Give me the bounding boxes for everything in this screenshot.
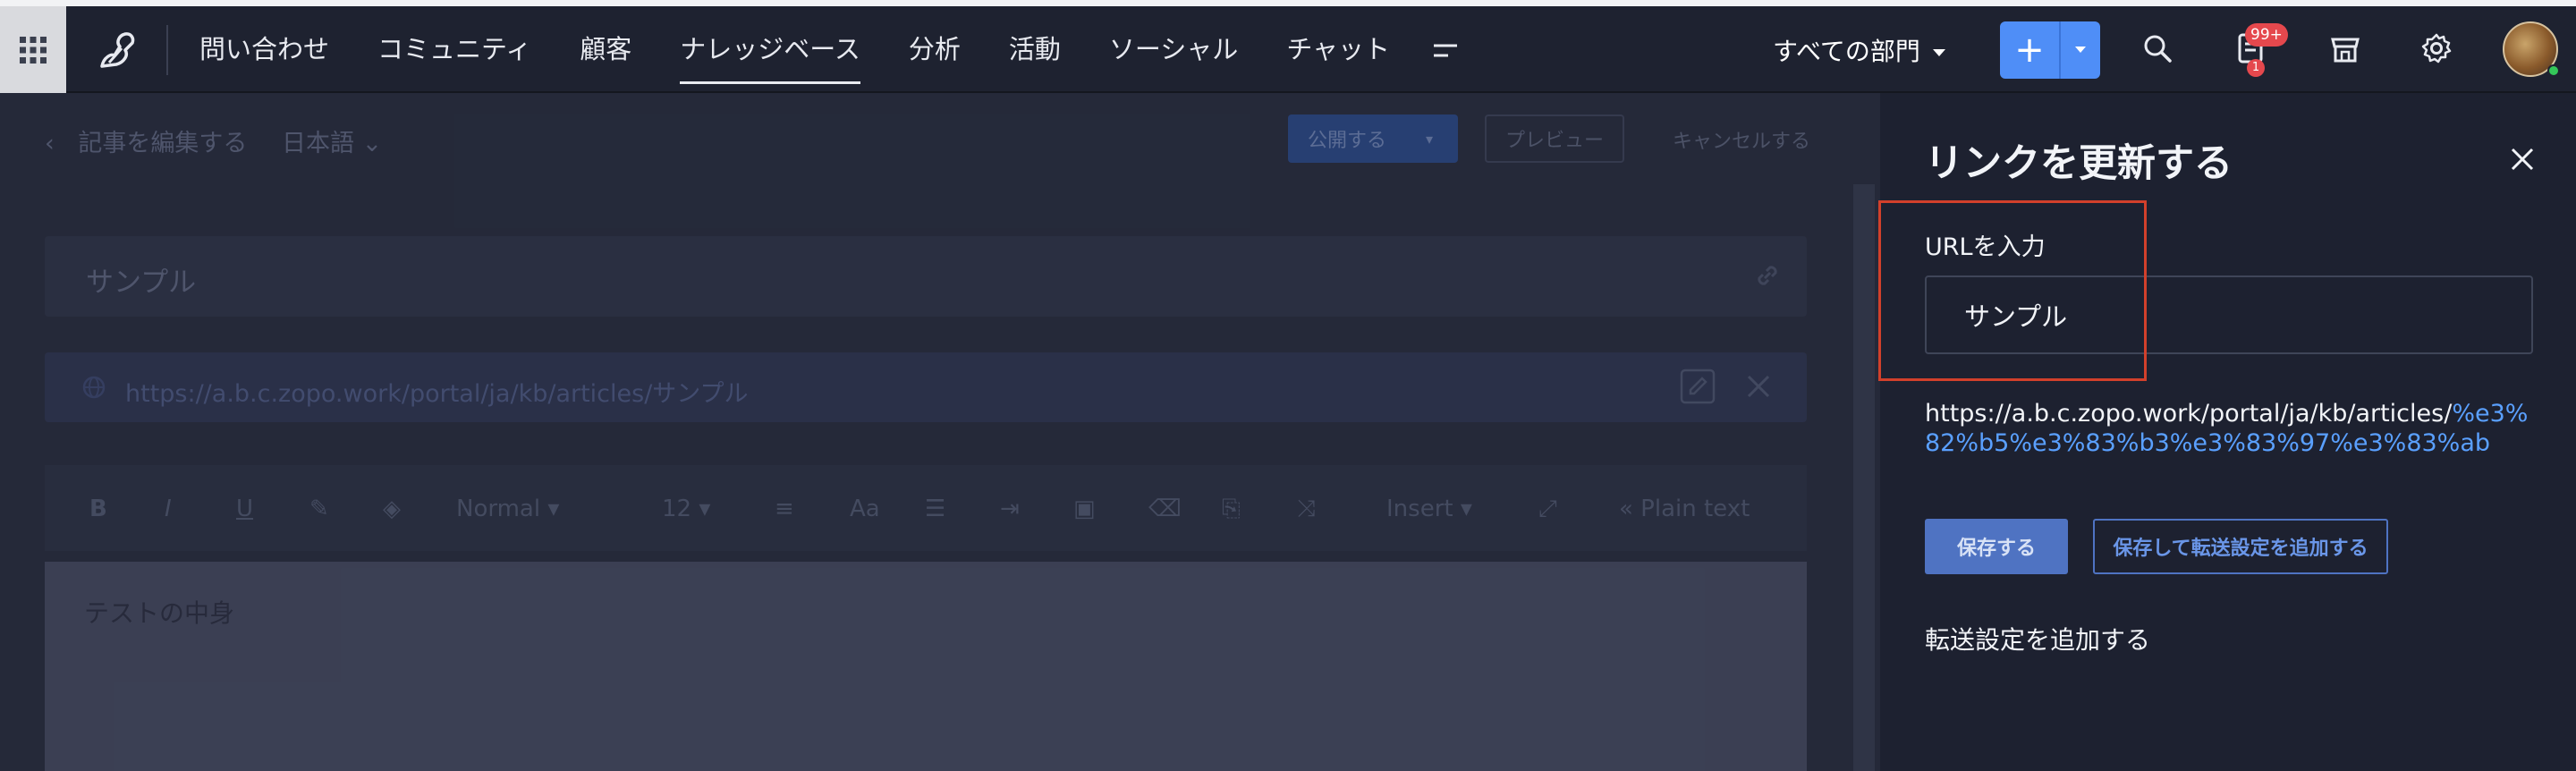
bold-icon[interactable]: B — [89, 496, 107, 522]
format-label: Normal — [456, 496, 541, 522]
insert-label: Insert — [1386, 496, 1453, 522]
article-title-field[interactable]: サンプル — [45, 236, 1807, 317]
editor-header: ‹ 記事を編集する 日本語 ⌄ — [45, 123, 382, 158]
logo-icon[interactable] — [89, 23, 143, 77]
tab-knowledge-base[interactable]: ナレッジベース — [656, 6, 885, 93]
indent-icon[interactable]: ⇥ — [1000, 496, 1020, 522]
url-input[interactable] — [1925, 275, 2533, 354]
underline-icon[interactable]: U — [236, 496, 253, 522]
fill-color-icon[interactable]: ◈ — [383, 496, 401, 522]
bullet-list-icon[interactable]: ☰ — [925, 496, 945, 522]
tab-community[interactable]: コミュニティ — [353, 6, 555, 93]
editor-toolbar: B I U ✎ ◈ Normal ▾ 12 ▾ ≡ Aa ☰ ⇥ ▣ ⌫ ⎘ ⤨… — [45, 465, 1807, 551]
tab-activities[interactable]: 活動 — [985, 6, 1085, 93]
article-url-text: https://a.b.c.zopo.work/portal/ja/kb/art… — [125, 380, 749, 408]
link-icon[interactable] — [1751, 259, 1784, 295]
search-icon[interactable] — [2136, 27, 2179, 70]
highlighter-icon[interactable]: ✎ — [309, 496, 329, 522]
attachment-icon[interactable]: ⎘ — [1222, 496, 1241, 523]
shuffle-icon[interactable]: ⤨ — [1297, 496, 1316, 523]
publish-button[interactable]: 公開する ▾ — [1288, 114, 1458, 163]
url-field-label: URLを入力 — [1925, 233, 2046, 261]
plus-icon[interactable]: + — [2000, 21, 2059, 79]
article-body-editor[interactable]: テストの中身 — [45, 562, 1807, 771]
gear-icon[interactable] — [2415, 27, 2458, 70]
full-url-preview: https://a.b.c.zopo.work/portal/ja/kb/art… — [1925, 399, 2533, 458]
add-redirect-link[interactable]: 転送設定を追加する — [1925, 621, 2150, 657]
close-icon[interactable] — [2503, 140, 2542, 179]
format-select[interactable]: Normal ▾ — [456, 496, 559, 522]
nav-tabs: 問い合わせ コミュニティ 顧客 ナレッジベース 分析 活動 ソーシャル チャット — [175, 6, 1477, 93]
department-label: すべての部門 — [1773, 37, 1920, 66]
cancel-button[interactable]: キャンセルする — [1673, 125, 1810, 154]
font-size-label: 12 — [662, 496, 692, 522]
article-url-field: https://a.b.c.zopo.work/portal/ja/kb/art… — [45, 352, 1807, 422]
font-size-select[interactable]: 12 ▾ — [662, 496, 710, 522]
align-icon[interactable]: ≡ — [775, 496, 794, 522]
article-title-text: サンプル — [86, 267, 197, 299]
chevron-down-icon[interactable] — [2061, 21, 2100, 79]
language-label: 日本語 — [282, 130, 354, 157]
tab-social[interactable]: ソーシャル — [1085, 6, 1262, 93]
edit-url-icon[interactable] — [1678, 367, 1717, 410]
save-and-add-redirect-button[interactable]: 保存して転送設定を追加する — [2093, 519, 2388, 574]
globe-icon — [80, 374, 107, 404]
close-icon[interactable] — [1744, 372, 1773, 404]
eraser-icon[interactable]: ⌫ — [1148, 496, 1182, 522]
online-status-dot — [2547, 64, 2560, 77]
panel-title: リンクを更新する — [1925, 141, 2233, 186]
plain-text-toggle[interactable]: « Plain text — [1619, 496, 1750, 522]
more-tabs-icon[interactable] — [1414, 6, 1477, 93]
full-url-base: https://a.b.c.zopo.work/portal/ja/kb/art… — [1925, 400, 2453, 428]
chevron-down-icon — [1932, 49, 1945, 56]
fullscreen-icon[interactable]: ⤢ — [1538, 496, 1557, 523]
publish-label: 公開する — [1308, 130, 1387, 152]
tab-customers[interactable]: 顧客 — [555, 6, 656, 93]
chevron-down-icon[interactable]: ▾ — [1426, 131, 1433, 148]
editor-title: 記事を編集する — [78, 130, 248, 157]
save-button[interactable]: 保存する — [1925, 519, 2068, 574]
marketplace-icon[interactable] — [2324, 27, 2367, 70]
window-top-strip — [0, 0, 2576, 6]
scrollbar[interactable] — [1853, 184, 1875, 771]
add-new-button[interactable]: + — [2000, 21, 2100, 79]
italic-icon[interactable]: I — [165, 496, 172, 522]
apps-grid-icon[interactable] — [0, 6, 66, 93]
text-style-icon[interactable]: Aa — [850, 496, 880, 522]
notification-count-badge: 99+ — [2245, 23, 2288, 47]
image-icon[interactable]: ▣ — [1073, 496, 1096, 522]
task-count-badge: 1 — [2247, 59, 2265, 77]
department-selector[interactable]: すべての部門 — [1773, 32, 1945, 68]
back-arrow-icon[interactable]: ‹ — [45, 130, 55, 157]
preview-button[interactable]: プレビュー — [1485, 114, 1624, 163]
article-body-text: テストの中身 — [84, 598, 235, 628]
nav-divider — [166, 25, 168, 75]
tab-tickets[interactable]: 問い合わせ — [175, 6, 353, 93]
insert-select[interactable]: Insert ▾ — [1386, 496, 1472, 522]
language-selector[interactable]: 日本語 ⌄ — [282, 130, 382, 157]
tab-chat[interactable]: チャット — [1262, 6, 1414, 93]
tab-analytics[interactable]: 分析 — [885, 6, 985, 93]
